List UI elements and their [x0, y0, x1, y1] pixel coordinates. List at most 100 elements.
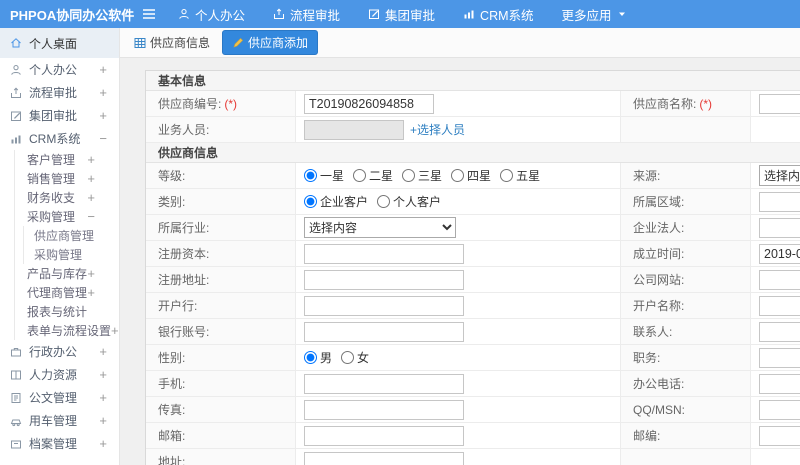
category-radio-1[interactable]: 个人客户 — [377, 193, 441, 210]
mobile-input[interactable] — [304, 373, 464, 394]
sidebar-item-reports-statistics[interactable]: 报表与统计 — [15, 302, 119, 321]
founded-date-input[interactable] — [759, 243, 800, 264]
level-radio-2[interactable]: 三星 — [402, 167, 442, 184]
gender-radio-0[interactable]: 男 — [304, 349, 332, 366]
legal-person-input[interactable] — [759, 217, 800, 238]
expander-icon[interactable]: + — [99, 390, 111, 405]
source-select[interactable]: 选择内容 — [759, 165, 800, 186]
level-radio-4[interactable]: 五星 — [500, 167, 540, 184]
sidebar-item-procurement-mgmt[interactable]: 采购管理 − — [15, 207, 119, 226]
level-radio-1[interactable]: 二星 — [353, 167, 393, 184]
level-radio-input[interactable] — [500, 169, 514, 182]
sidebar-item-product-inventory[interactable]: 产品与库存 + — [15, 264, 119, 283]
sidebar-item-document-mgmt[interactable]: 公文管理 + — [0, 386, 119, 409]
sidebar-item-customer-mgmt[interactable]: 客户管理 + — [15, 150, 119, 169]
industry-cell: 选择内容 — [296, 215, 621, 240]
label-text: 所属行业: — [158, 221, 210, 235]
topnav-item-crm-system[interactable]: CRM系统 — [463, 5, 534, 24]
gender-radio-input[interactable] — [341, 351, 355, 364]
level-radio-input[interactable] — [353, 169, 367, 182]
sidebar-item-agent-mgmt[interactable]: 代理商管理 + — [15, 283, 119, 302]
level-radio-input[interactable] — [451, 169, 465, 182]
expander-icon[interactable]: + — [87, 190, 105, 205]
position-input[interactable] — [759, 347, 800, 368]
registered-capital-input[interactable] — [304, 243, 464, 264]
level-radio-0[interactable]: 一星 — [304, 167, 344, 184]
level-cell: 一星 二星 三星 四星 五星 — [296, 163, 621, 188]
expander-icon[interactable]: − — [99, 131, 111, 146]
topnav-item-personal-office[interactable]: 个人办公 — [178, 5, 245, 24]
sidebar-item-crm-system[interactable]: CRM系统 − — [0, 127, 119, 150]
category-radio-input[interactable] — [377, 195, 391, 208]
sidebar-item-group-approval[interactable]: 集团审批 + — [0, 104, 119, 127]
category-radio-0[interactable]: 企业客户 — [304, 193, 368, 210]
form-row: 业务人员: +选择人员 — [146, 117, 800, 143]
category-radio-input[interactable] — [304, 195, 317, 208]
sidebar-item-archive-mgmt[interactable]: 档案管理 + — [0, 432, 119, 455]
expander-icon[interactable]: + — [99, 108, 111, 123]
sidebar-item-supplier-mgmt[interactable]: 供应商管理 — [24, 226, 119, 245]
gender-radio-input[interactable] — [304, 351, 317, 364]
business-staff-input[interactable] — [304, 119, 404, 140]
topnav-item-workflow-approval[interactable]: 流程审批 — [273, 5, 340, 24]
expander-icon[interactable]: + — [99, 62, 111, 77]
expander-icon[interactable]: + — [87, 152, 105, 167]
bank-cell — [296, 293, 621, 318]
sidebar-item-personal-desktop[interactable]: 个人桌面 — [0, 28, 119, 58]
briefcase-icon — [10, 346, 22, 358]
sidebar-item-finance[interactable]: 财务收支 + — [15, 188, 119, 207]
sidebar-item-label: 行政办公 — [29, 345, 78, 359]
section-header-1: 供应商信息 — [146, 143, 800, 163]
select-staff-link[interactable]: +选择人员 — [410, 121, 465, 138]
level-radio-3[interactable]: 四星 — [451, 167, 491, 184]
expander-icon[interactable]: + — [87, 266, 105, 281]
sidebar-item-hr[interactable]: 人力资源 + — [0, 363, 119, 386]
zipcode-input[interactable] — [759, 425, 800, 446]
fax-input[interactable] — [304, 399, 464, 420]
doc-icon — [10, 392, 22, 404]
registered-address-input[interactable] — [304, 269, 464, 290]
region-input[interactable] — [759, 191, 800, 212]
supplier-code-input[interactable] — [304, 93, 434, 114]
label-text: 等级: — [158, 169, 186, 183]
field-label: 供应商编号: (*) — [146, 91, 296, 116]
address-input[interactable] — [304, 451, 464, 465]
chart-icon — [10, 133, 22, 145]
sidebar-item-vehicle-mgmt[interactable]: 用车管理 + — [0, 409, 119, 432]
email-input[interactable] — [304, 425, 464, 446]
topnav-item-more-apps[interactable]: 更多应用 — [562, 5, 627, 24]
sidebar-item-sales-mgmt[interactable]: 销售管理 + — [15, 169, 119, 188]
qq-msn-input[interactable] — [759, 399, 800, 420]
expander-icon[interactable]: + — [99, 85, 111, 100]
menu-toggle-icon[interactable] — [130, 8, 168, 20]
gender-radio-1[interactable]: 女 — [341, 349, 369, 366]
office-phone-input[interactable] — [759, 373, 800, 394]
supplier-name-input[interactable] — [759, 93, 800, 114]
sidebar-item-workflow-approval[interactable]: 流程审批 + — [0, 81, 119, 104]
expander-icon[interactable]: + — [99, 367, 111, 382]
bank-input[interactable] — [304, 295, 464, 316]
expander-icon[interactable]: − — [87, 209, 105, 224]
expander-icon[interactable]: + — [99, 344, 111, 359]
sidebar-item-purchase-mgmt[interactable]: 采购管理 — [24, 245, 119, 264]
chart-icon — [463, 8, 475, 20]
contact-input[interactable] — [759, 321, 800, 342]
website-input[interactable] — [759, 269, 800, 290]
topnav-item-group-approval[interactable]: 集团审批 — [368, 5, 435, 24]
level-radio-input[interactable] — [402, 169, 416, 182]
expander-icon[interactable]: + — [99, 436, 111, 451]
industry-select[interactable]: 选择内容 — [304, 217, 456, 238]
expander-icon[interactable]: + — [87, 285, 105, 300]
sidebar-item-personal-office[interactable]: 个人办公 + — [0, 58, 119, 81]
expander-icon[interactable]: + — [111, 323, 119, 338]
address-cell — [296, 449, 621, 465]
expander-icon[interactable]: + — [99, 413, 111, 428]
expander-icon[interactable]: + — [87, 171, 105, 186]
tab-supplier-info[interactable]: 供应商信息 — [134, 34, 210, 51]
account-name-input[interactable] — [759, 295, 800, 316]
bank-account-input[interactable] — [304, 321, 464, 342]
level-radio-input[interactable] — [304, 169, 317, 182]
tab-supplier-add[interactable]: 供应商添加 — [222, 30, 319, 55]
sidebar-item-form-workflow-settings[interactable]: 表单与流程设置 + — [15, 321, 119, 340]
sidebar-item-admin-office[interactable]: 行政办公 + — [0, 340, 119, 363]
